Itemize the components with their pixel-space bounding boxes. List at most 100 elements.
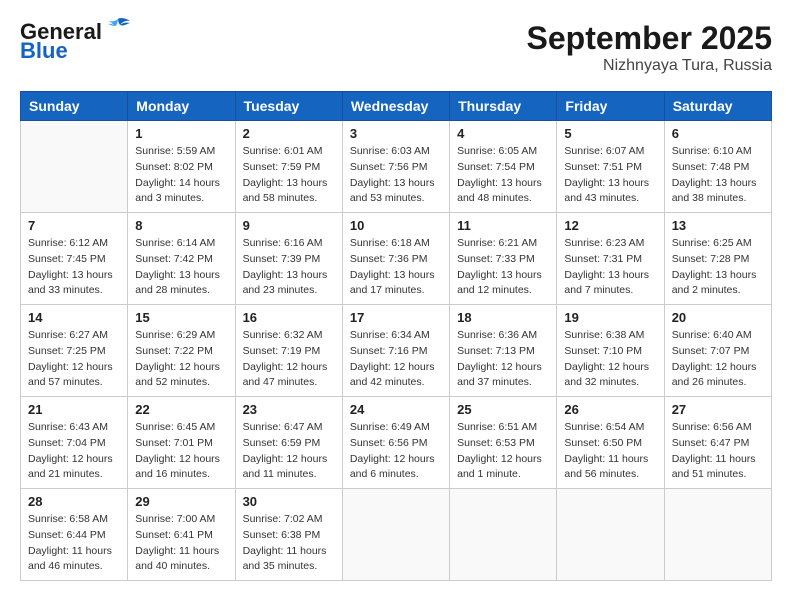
day-info: Sunrise: 6:10 AMSunset: 7:48 PMDaylight:…: [672, 144, 764, 207]
day-info: Sunrise: 7:00 AMSunset: 6:41 PMDaylight:…: [135, 512, 227, 575]
day-number: 12: [564, 218, 656, 233]
day-info: Sunrise: 6:47 AMSunset: 6:59 PMDaylight:…: [243, 420, 335, 483]
weekday-header: Saturday: [664, 92, 771, 121]
day-number: 25: [457, 402, 549, 417]
day-number: 7: [28, 218, 120, 233]
logo: General Blue: [20, 20, 132, 64]
day-info: Sunrise: 6:43 AMSunset: 7:04 PMDaylight:…: [28, 420, 120, 483]
page-header: General Blue September 2025 Nizhnyaya Tu…: [20, 20, 772, 75]
day-number: 21: [28, 402, 120, 417]
day-info: Sunrise: 6:14 AMSunset: 7:42 PMDaylight:…: [135, 236, 227, 299]
day-number: 28: [28, 494, 120, 509]
calendar-day-cell: [557, 489, 664, 581]
calendar-day-cell: 3Sunrise: 6:03 AMSunset: 7:56 PMDaylight…: [342, 121, 449, 213]
day-number: 22: [135, 402, 227, 417]
calendar-day-cell: [664, 489, 771, 581]
day-info: Sunrise: 6:07 AMSunset: 7:51 PMDaylight:…: [564, 144, 656, 207]
calendar-header-row: SundayMondayTuesdayWednesdayThursdayFrid…: [21, 92, 772, 121]
day-info: Sunrise: 6:45 AMSunset: 7:01 PMDaylight:…: [135, 420, 227, 483]
calendar-day-cell: 1 Sunrise: 5:59 AMSunset: 8:02 PMDaylight…: [128, 121, 235, 213]
calendar-day-cell: 29 Sunrise: 7:00 AMSunset: 6:41 PMDayligh…: [128, 489, 235, 581]
calendar-day-cell: 30Sunrise: 7:02 AMSunset: 6:38 PMDayligh…: [235, 489, 342, 581]
day-number: 24: [350, 402, 442, 417]
weekday-header: Sunday: [21, 92, 128, 121]
day-info: Sunrise: 6:23 AMSunset: 7:31 PMDaylight:…: [564, 236, 656, 299]
day-info: Sunrise: 6:21 AMSunset: 7:33 PMDaylight:…: [457, 236, 549, 299]
day-number: 10: [350, 218, 442, 233]
day-number: 27: [672, 402, 764, 417]
day-info: Sunrise: 6:56 AMSunset: 6:47 PMDaylight:…: [672, 420, 764, 483]
day-info: Sunrise: 6:29 AMSunset: 7:22 PMDaylight:…: [135, 328, 227, 391]
day-info: Sunrise: 6:32 AMSunset: 7:19 PMDaylight:…: [243, 328, 335, 391]
calendar-day-cell: 14Sunrise: 6:27 AMSunset: 7:25 PMDayligh…: [21, 305, 128, 397]
calendar-day-cell: 23 Sunrise: 6:47 AMSunset: 6:59 PMDayligh…: [235, 397, 342, 489]
day-info: Sunrise: 6:27 AMSunset: 7:25 PMDaylight:…: [28, 328, 120, 391]
calendar-day-cell: 26 Sunrise: 6:54 AMSunset: 6:50 PMDayligh…: [557, 397, 664, 489]
calendar-day-cell: 15Sunrise: 6:29 AMSunset: 7:22 PMDayligh…: [128, 305, 235, 397]
day-number: 3: [350, 126, 442, 141]
day-info: Sunrise: 6:05 AMSunset: 7:54 PMDaylight:…: [457, 144, 549, 207]
day-info: Sunrise: 6:01 AMSunset: 7:59 PMDaylight:…: [243, 144, 335, 207]
calendar-day-cell: 22 Sunrise: 6:45 AMSunset: 7:01 PMDayligh…: [128, 397, 235, 489]
day-number: 17: [350, 310, 442, 325]
calendar-day-cell: 4 Sunrise: 6:05 AMSunset: 7:54 PMDaylight…: [450, 121, 557, 213]
location: Nizhnyaya Tura, Russia: [527, 57, 772, 75]
calendar-week-row: 14Sunrise: 6:27 AMSunset: 7:25 PMDayligh…: [21, 305, 772, 397]
day-info: Sunrise: 6:34 AMSunset: 7:16 PMDaylight:…: [350, 328, 442, 391]
day-number: 5: [564, 126, 656, 141]
calendar-day-cell: 28Sunrise: 6:58 AMSunset: 6:44 PMDayligh…: [21, 489, 128, 581]
day-number: 2: [243, 126, 335, 141]
day-number: 9: [243, 218, 335, 233]
day-number: 6: [672, 126, 764, 141]
calendar-day-cell: 2 Sunrise: 6:01 AMSunset: 7:59 PMDaylight…: [235, 121, 342, 213]
calendar-day-cell: 18 Sunrise: 6:36 AMSunset: 7:13 PMDayligh…: [450, 305, 557, 397]
calendar-day-cell: 17 Sunrise: 6:34 AMSunset: 7:16 PMDayligh…: [342, 305, 449, 397]
weekday-header: Wednesday: [342, 92, 449, 121]
day-info: Sunrise: 6:36 AMSunset: 7:13 PMDaylight:…: [457, 328, 549, 391]
calendar-table: SundayMondayTuesdayWednesdayThursdayFrid…: [20, 91, 772, 581]
calendar-day-cell: 25Sunrise: 6:51 AMSunset: 6:53 PMDayligh…: [450, 397, 557, 489]
calendar-day-cell: 6 Sunrise: 6:10 AMSunset: 7:48 PMDaylight…: [664, 121, 771, 213]
title-block: September 2025 Nizhnyaya Tura, Russia: [527, 20, 772, 75]
day-number: 4: [457, 126, 549, 141]
calendar-week-row: 28Sunrise: 6:58 AMSunset: 6:44 PMDayligh…: [21, 489, 772, 581]
calendar-day-cell: 27 Sunrise: 6:56 AMSunset: 6:47 PMDayligh…: [664, 397, 771, 489]
day-number: 20: [672, 310, 764, 325]
day-number: 18: [457, 310, 549, 325]
day-info: Sunrise: 6:49 AMSunset: 6:56 PMDaylight:…: [350, 420, 442, 483]
day-info: Sunrise: 5:59 AMSunset: 8:02 PMDaylight:…: [135, 144, 227, 207]
day-info: Sunrise: 6:12 AMSunset: 7:45 PMDaylight:…: [28, 236, 120, 299]
day-number: 26: [564, 402, 656, 417]
calendar-day-cell: [450, 489, 557, 581]
calendar-day-cell: [342, 489, 449, 581]
day-number: 29: [135, 494, 227, 509]
day-number: 8: [135, 218, 227, 233]
calendar-week-row: 1 Sunrise: 5:59 AMSunset: 8:02 PMDaylight…: [21, 121, 772, 213]
day-info: Sunrise: 6:18 AMSunset: 7:36 PMDaylight:…: [350, 236, 442, 299]
day-info: Sunrise: 6:54 AMSunset: 6:50 PMDaylight:…: [564, 420, 656, 483]
calendar-day-cell: 12 Sunrise: 6:23 AMSunset: 7:31 PMDayligh…: [557, 213, 664, 305]
day-number: 23: [243, 402, 335, 417]
day-info: Sunrise: 6:16 AMSunset: 7:39 PMDaylight:…: [243, 236, 335, 299]
calendar-week-row: 7 Sunrise: 6:12 AMSunset: 7:45 PMDaylight…: [21, 213, 772, 305]
day-number: 19: [564, 310, 656, 325]
calendar-day-cell: 7 Sunrise: 6:12 AMSunset: 7:45 PMDaylight…: [21, 213, 128, 305]
weekday-header: Monday: [128, 92, 235, 121]
calendar-day-cell: 24 Sunrise: 6:49 AMSunset: 6:56 PMDayligh…: [342, 397, 449, 489]
calendar-day-cell: [21, 121, 128, 213]
calendar-day-cell: 5 Sunrise: 6:07 AMSunset: 7:51 PMDaylight…: [557, 121, 664, 213]
day-number: 13: [672, 218, 764, 233]
day-number: 1: [135, 126, 227, 141]
logo-bird-icon: [104, 17, 132, 39]
calendar-day-cell: 19 Sunrise: 6:38 AMSunset: 7:10 PMDayligh…: [557, 305, 664, 397]
weekday-header: Friday: [557, 92, 664, 121]
calendar-day-cell: 11Sunrise: 6:21 AMSunset: 7:33 PMDayligh…: [450, 213, 557, 305]
calendar-day-cell: 8 Sunrise: 6:14 AMSunset: 7:42 PMDaylight…: [128, 213, 235, 305]
calendar-day-cell: 10 Sunrise: 6:18 AMSunset: 7:36 PMDayligh…: [342, 213, 449, 305]
calendar-day-cell: 16Sunrise: 6:32 AMSunset: 7:19 PMDayligh…: [235, 305, 342, 397]
day-info: Sunrise: 6:38 AMSunset: 7:10 PMDaylight:…: [564, 328, 656, 391]
weekday-header: Thursday: [450, 92, 557, 121]
calendar-day-cell: 20Sunrise: 6:40 AMSunset: 7:07 PMDayligh…: [664, 305, 771, 397]
day-info: Sunrise: 6:25 AMSunset: 7:28 PMDaylight:…: [672, 236, 764, 299]
weekday-header: Tuesday: [235, 92, 342, 121]
